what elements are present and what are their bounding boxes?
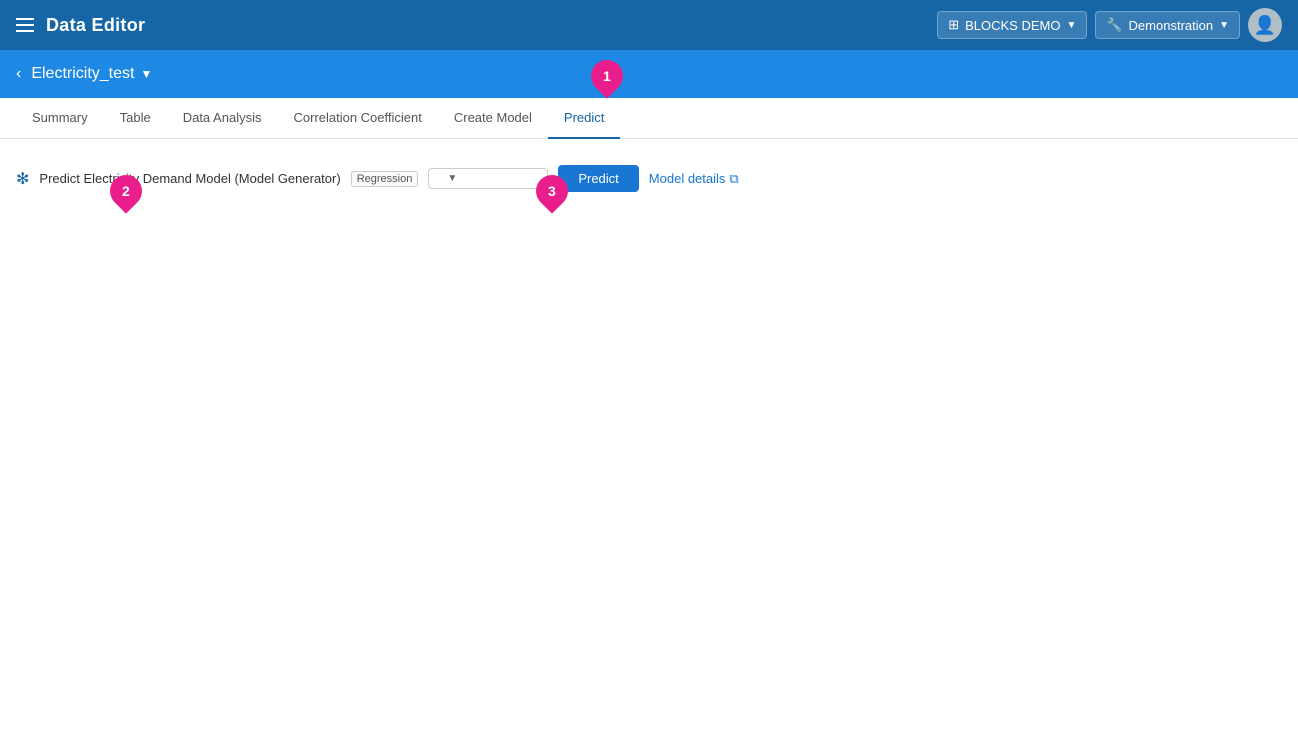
wrench-icon: 🔧 xyxy=(1106,17,1122,33)
back-button[interactable]: ‹ xyxy=(16,65,21,83)
tab-create-model[interactable]: Create Model xyxy=(438,98,548,139)
blocks-demo-btn[interactable]: ⊞ BLOCKS DEMO ▼ xyxy=(937,11,1087,39)
page-title: Electricity_test xyxy=(31,65,134,83)
model-details-text: Model details xyxy=(649,171,726,186)
external-link-icon: ⧉ xyxy=(729,171,738,187)
back-icon: ‹ xyxy=(16,65,21,83)
tab-table[interactable]: Table xyxy=(104,98,167,139)
app-title: Data Editor xyxy=(46,15,145,36)
title-dropdown-icon[interactable]: ▼ xyxy=(140,67,152,81)
predict-content: ✻ Predict Electricity Demand Model (Mode… xyxy=(0,139,1298,218)
dropdown-arrow-icon: ▼ xyxy=(447,173,457,184)
user-avatar[interactable]: 👤 xyxy=(1248,8,1282,42)
demo-chevron-icon: ▼ xyxy=(1219,20,1229,31)
blocks-icon: ⊞ xyxy=(948,17,959,33)
header-controls: ⊞ BLOCKS DEMO ▼ 🔧 Demonstration ▼ 👤 xyxy=(937,8,1282,42)
predict-bar: ✻ Predict Electricity Demand Model (Mode… xyxy=(16,155,1282,202)
tab-data-analysis[interactable]: Data Analysis xyxy=(167,98,278,139)
demo-btn[interactable]: 🔧 Demonstration ▼ xyxy=(1095,11,1240,39)
hamburger-menu[interactable] xyxy=(16,18,34,32)
predict-button[interactable]: Predict xyxy=(558,165,638,192)
model-label: Predict Electricity Demand Model (Model … xyxy=(39,171,340,186)
main-content: Summary Table Data Analysis Correlation … xyxy=(0,98,1298,738)
model-details-link[interactable]: Model details ⧉ xyxy=(649,171,739,187)
app-header: Data Editor ⊞ BLOCKS DEMO ▼ 🔧 Demonstrat… xyxy=(0,0,1298,50)
avatar-icon: 👤 xyxy=(1254,15,1276,36)
blocks-chevron-icon: ▼ xyxy=(1066,20,1076,31)
tab-summary[interactable]: Summary xyxy=(16,98,104,139)
blocks-btn-label: BLOCKS DEMO xyxy=(965,18,1060,33)
demo-btn-label: Demonstration xyxy=(1129,18,1214,33)
sub-header: ‹ Electricity_test ▼ xyxy=(0,50,1298,98)
tab-bar: Summary Table Data Analysis Correlation … xyxy=(0,98,1298,139)
model-dropdown[interactable]: ▼ xyxy=(428,168,548,189)
model-icon: ✻ xyxy=(16,169,29,189)
tab-correlation[interactable]: Correlation Coefficient xyxy=(277,98,437,139)
tab-predict[interactable]: Predict xyxy=(548,98,620,139)
model-type-badge: Regression xyxy=(351,171,419,187)
